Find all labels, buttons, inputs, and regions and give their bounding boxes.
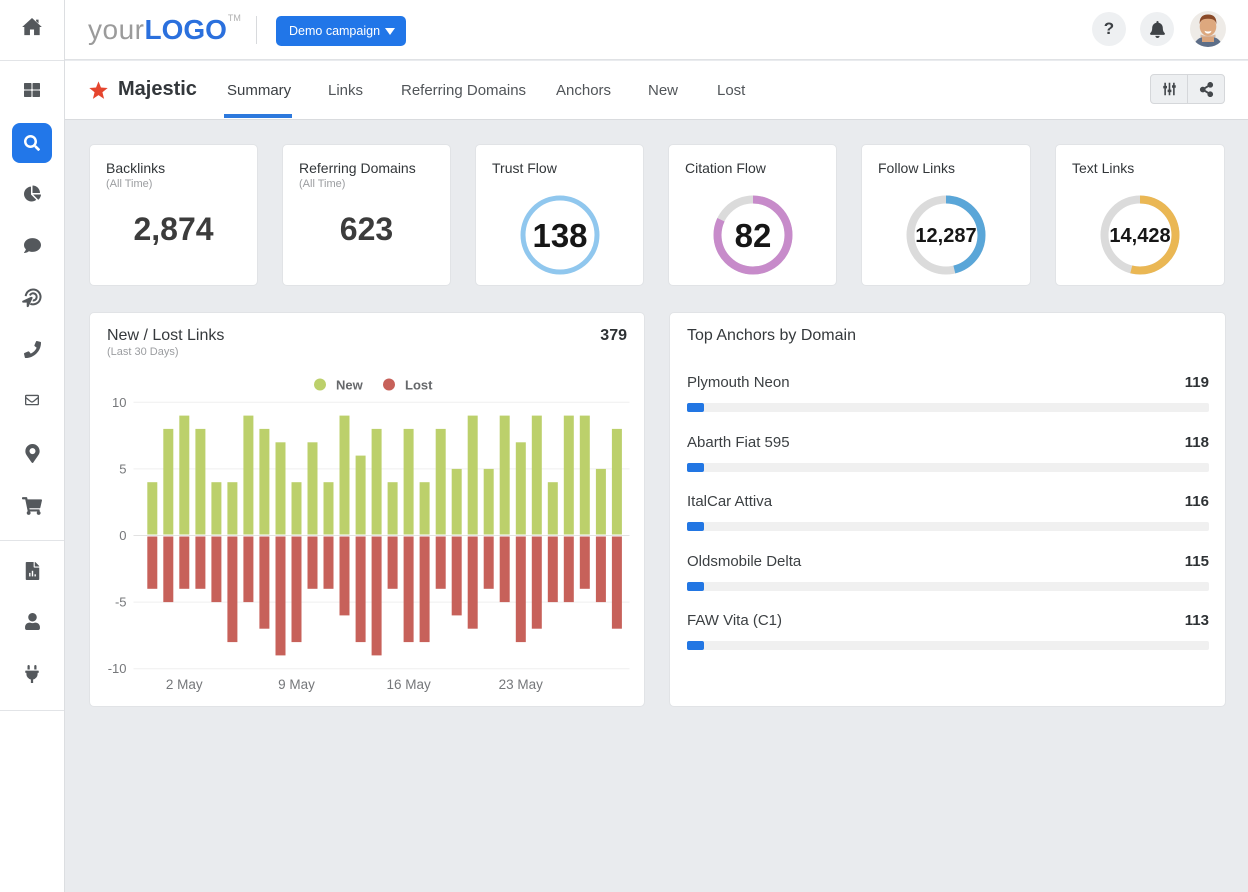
svg-text:23 May: 23 May [499,677,544,692]
svg-text:138: 138 [532,217,587,254]
svg-text:New: New [336,378,364,393]
svg-text:16 May: 16 May [386,677,431,692]
svg-text:0: 0 [119,528,126,543]
svg-text:5: 5 [119,461,126,476]
svg-text:-10: -10 [108,661,127,676]
svg-text:2 May: 2 May [166,677,203,692]
svg-text:9 May: 9 May [278,677,315,692]
svg-text:82: 82 [734,217,771,254]
svg-text:Lost: Lost [405,378,433,393]
svg-text:-5: -5 [115,595,127,610]
svg-text:14,428: 14,428 [1109,225,1170,247]
svg-text:12,287: 12,287 [915,225,976,247]
svg-text:10: 10 [112,395,126,410]
